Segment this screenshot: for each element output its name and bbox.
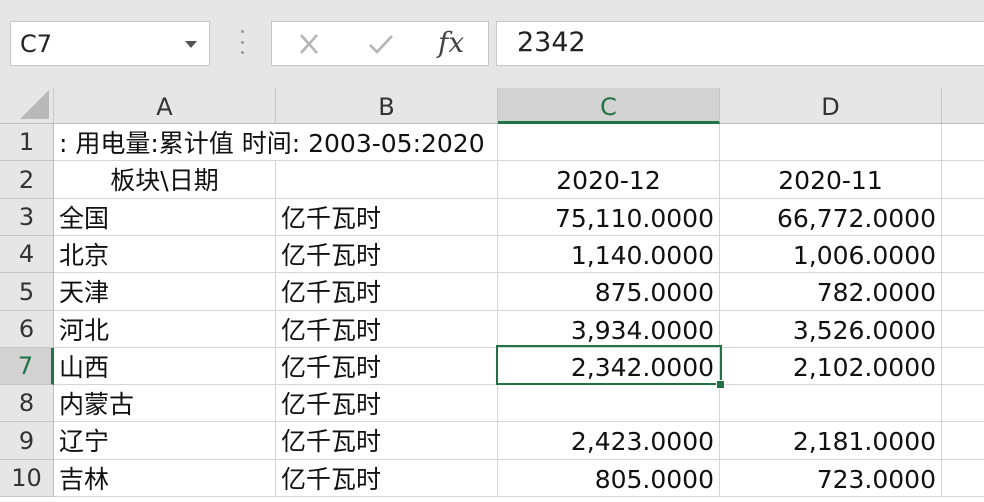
cell-e9[interactable] (942, 422, 984, 460)
row-header[interactable]: 10 (0, 460, 54, 497)
cell-c5[interactable]: 875.0000 (498, 273, 720, 311)
cell-b9[interactable]: 亿千瓦时 (276, 422, 498, 460)
cell-e1[interactable] (942, 124, 984, 161)
cell-b10[interactable]: 亿千瓦时 (276, 460, 498, 497)
column-header-a[interactable]: A (54, 88, 276, 124)
formula-value[interactable]: 2342 (517, 27, 586, 58)
cell-d6[interactable]: 3,526.0000 (720, 311, 942, 348)
cell-c10[interactable]: 805.0000 (498, 460, 720, 497)
row-header[interactable]: 8 (0, 385, 54, 422)
cell-c3[interactable]: 75,110.0000 (498, 199, 720, 236)
cell-a4[interactable]: 北京 (54, 236, 276, 273)
cell-d7[interactable]: 2,102.0000 (720, 348, 942, 385)
row-header[interactable]: 3 (0, 199, 54, 236)
spreadsheet-grid: A B C D 1: 用电量:累计值 时间: 2003-05:2020 2 板块\日… (0, 88, 984, 502)
row-header[interactable]: 6 (0, 311, 54, 348)
check-icon[interactable] (364, 28, 398, 60)
cell-e7[interactable] (942, 348, 984, 385)
cell-a3[interactable]: 全国 (54, 199, 276, 236)
close-icon[interactable] (292, 28, 326, 60)
formula-input[interactable]: 2342 (496, 21, 984, 66)
cell-d10[interactable]: 723.0000 (720, 460, 942, 497)
row-header[interactable]: 1 (0, 124, 54, 161)
cell-b6[interactable]: 亿千瓦时 (276, 311, 498, 348)
cell-b3[interactable]: 亿千瓦时 (276, 199, 498, 236)
grip-dots-icon[interactable] (240, 30, 244, 54)
cell-e6[interactable] (942, 311, 984, 348)
cell-c8[interactable] (498, 385, 720, 422)
cell-e3[interactable] (942, 199, 984, 236)
cell-e4[interactable] (942, 236, 984, 273)
formula-bar: C7 fx 2342 (0, 0, 984, 88)
cell-d4[interactable]: 1,006.0000 (720, 236, 942, 273)
cell-c9[interactable]: 2,423.0000 (498, 422, 720, 460)
cell-b4[interactable]: 亿千瓦时 (276, 236, 498, 273)
active-cell-border (496, 345, 722, 385)
column-header-d[interactable]: D (720, 88, 942, 124)
cell-c4[interactable]: 1,140.0000 (498, 236, 720, 273)
cell-d2[interactable]: 2020-11 (720, 161, 942, 199)
cell-a6[interactable]: 河北 (54, 311, 276, 348)
cell-a8[interactable]: 内蒙古 (54, 385, 276, 422)
chevron-down-icon[interactable] (185, 41, 197, 48)
cell-a1[interactable]: : 用电量:累计值 时间: 2003-05:2020 (54, 124, 498, 161)
column-header-e[interactable] (942, 88, 984, 124)
row-header[interactable]: 5 (0, 273, 54, 311)
cell-c2[interactable]: 2020-12 (498, 161, 720, 199)
name-box[interactable]: C7 (10, 21, 210, 66)
cell-d8[interactable] (720, 385, 942, 422)
fill-handle[interactable] (716, 380, 725, 389)
name-box-value[interactable]: C7 (20, 30, 52, 58)
cell-a2[interactable]: 板块\日期 (54, 161, 276, 199)
cell-a7[interactable]: 山西 (54, 348, 276, 385)
row-header[interactable]: 4 (0, 236, 54, 273)
cell-a5[interactable]: 天津 (54, 273, 276, 311)
cell-e8[interactable] (942, 385, 984, 422)
cell-a9[interactable]: 辽宁 (54, 422, 276, 460)
select-all-button[interactable] (0, 88, 54, 124)
formula-buttons: fx (271, 21, 489, 66)
cell-b2[interactable] (276, 161, 498, 199)
row-header[interactable]: 2 (0, 161, 54, 199)
row-header[interactable]: 9 (0, 422, 54, 460)
cell-b7[interactable]: 亿千瓦时 (276, 348, 498, 385)
cell-b5[interactable]: 亿千瓦时 (276, 273, 498, 311)
cell-e5[interactable] (942, 273, 984, 311)
cell-d9[interactable]: 2,181.0000 (720, 422, 942, 460)
cell-b8[interactable]: 亿千瓦时 (276, 385, 498, 422)
cell-c1[interactable] (498, 124, 720, 161)
column-header-c[interactable]: C (498, 88, 720, 124)
cell-e2[interactable] (942, 161, 984, 199)
cell-d1[interactable] (720, 124, 942, 161)
fx-icon[interactable]: fx (438, 26, 464, 59)
cell-a10[interactable]: 吉林 (54, 460, 276, 497)
cell-e10[interactable] (942, 460, 984, 497)
column-header-b[interactable]: B (276, 88, 498, 124)
row-header[interactable]: 7 (0, 348, 54, 385)
cell-d5[interactable]: 782.0000 (720, 273, 942, 311)
cell-d3[interactable]: 66,772.0000 (720, 199, 942, 236)
cell-c6[interactable]: 3,934.0000 (498, 311, 720, 348)
